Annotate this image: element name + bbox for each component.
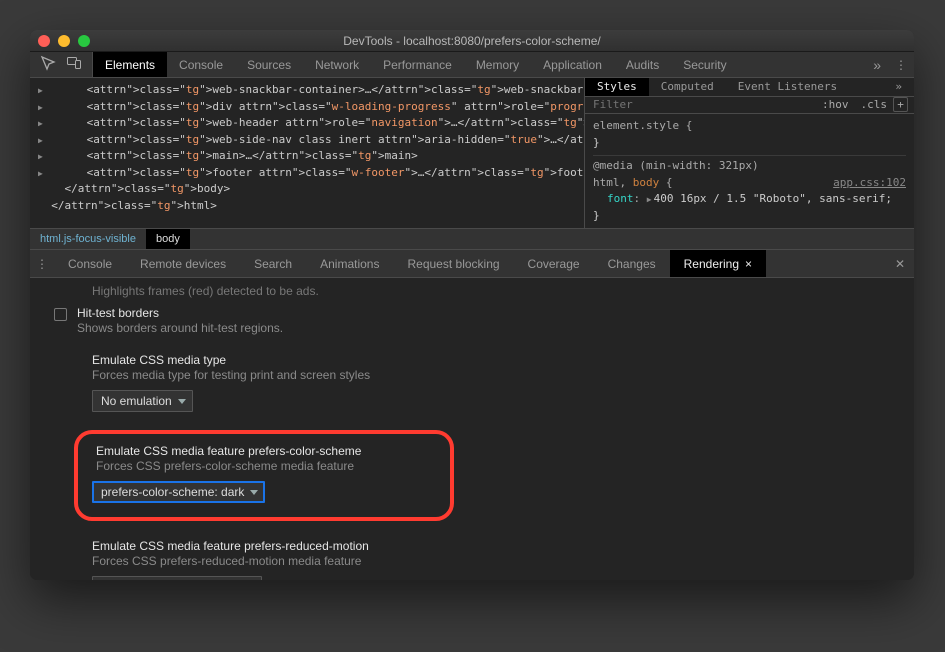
styles-tab-styles[interactable]: Styles [585,78,649,96]
close-tab-icon[interactable]: × [745,257,752,271]
faded-previous-option: Highlights frames (red) detected to be a… [54,284,900,298]
breadcrumb-item[interactable]: body [146,229,190,249]
prop-value[interactable]: 400 16px / 1.5 "Roboto", sans-serif; [654,192,892,205]
styles-tab-computed[interactable]: Computed [649,78,726,96]
main-tab-elements[interactable]: Elements [93,52,167,77]
inspect-tools [30,52,93,77]
media-type-select[interactable]: No emulation [92,390,193,412]
hit-test-borders-checkbox[interactable] [54,308,67,321]
styles-filter-bar: :hov .cls + [585,97,914,114]
breadcrumb: html.js-focus-visiblebody [30,228,914,250]
main-tabs: ElementsConsoleSourcesNetworkPerformance… [93,52,739,77]
main-tab-audits[interactable]: Audits [614,52,671,77]
reduced-motion-title: Emulate CSS media feature prefers-reduce… [92,539,900,553]
styles-filter-input[interactable] [585,98,816,111]
window-title: DevTools - localhost:8080/prefers-color-… [30,34,914,48]
media-query-text: @media (min-width: 321px) [593,159,759,172]
styles-tab-event-listeners[interactable]: Event Listeners [726,78,849,96]
styles-sidebar: StylesComputedEvent Listeners » :hov .cls… [584,78,914,228]
dom-node[interactable]: <attrn">class="tg">main>…</attrn">class=… [38,148,576,165]
device-toolbar-icon[interactable] [62,52,86,77]
color-scheme-title: Emulate CSS media feature prefers-color-… [96,444,436,458]
drawer-tab-console[interactable]: Console [54,250,126,277]
rule-selector: html, [593,176,633,189]
dom-node[interactable]: <attrn">class="tg">web-header attrn">rol… [38,115,576,132]
color-scheme-sub: Forces CSS prefers-color-scheme media fe… [96,459,436,473]
media-type-value: No emulation [101,394,172,408]
main-tab-console[interactable]: Console [167,52,235,77]
dom-node[interactable]: <attrn">class="tg">footer attrn">class="… [38,165,576,182]
breadcrumb-item[interactable]: html.js-focus-visible [30,229,146,249]
drawer-close-button[interactable]: ✕ [886,250,914,277]
drawer-tab-rendering[interactable]: Rendering× [670,250,766,277]
styles-body[interactable]: element.style { } @media (min-width: 321… [585,114,914,228]
drawer-tab-search[interactable]: Search [240,250,306,277]
toggle-hov-button[interactable]: :hov [816,98,855,111]
hit-test-title: Hit-test borders [77,306,283,320]
dom-node[interactable]: <attrn">class="tg">div attrn">class="w-l… [38,99,576,116]
color-scheme-value: prefers-color-scheme: dark [101,485,244,499]
drawer-tab-request-blocking[interactable]: Request blocking [393,250,513,277]
drawer-tab-remote-devices[interactable]: Remote devices [126,250,240,277]
drawer-tab-coverage[interactable]: Coverage [514,250,594,277]
rendering-panel[interactable]: Highlights frames (red) detected to be a… [30,278,914,580]
tabs-overflow-icon[interactable]: » [873,57,881,73]
main-tab-memory[interactable]: Memory [464,52,531,77]
reduced-motion-sub: Forces CSS prefers-reduced-motion media … [92,554,900,568]
dom-node[interactable]: <attrn">class="tg">web-side-nav class in… [38,132,576,149]
toggle-cls-button[interactable]: .cls [855,98,894,111]
main-tab-network[interactable]: Network [303,52,371,77]
prop-name[interactable]: font [607,192,634,205]
drawer-tab-animations[interactable]: Animations [306,250,393,277]
element-style-selector: element.style { [593,119,692,132]
color-scheme-select[interactable]: prefers-color-scheme: dark [92,481,265,503]
dom-node[interactable]: </attrn">class="tg">html> [38,198,576,215]
inspect-element-icon[interactable] [36,52,60,77]
main-tab-sources[interactable]: Sources [235,52,303,77]
main-toolbar: ElementsConsoleSourcesNetworkPerformance… [30,52,914,78]
drawer-menu-icon[interactable]: ⋮ [30,250,54,277]
dom-tree[interactable]: <attrn">class="tg">web-snackbar-containe… [30,78,584,228]
titlebar: DevTools - localhost:8080/prefers-color-… [30,30,914,52]
drawer-tabs: ⋮ ConsoleRemote devicesSearchAnimationsR… [30,250,914,278]
hit-test-sub: Shows borders around hit-test regions. [77,321,283,335]
settings-menu-icon[interactable]: ⋮ [895,58,906,72]
reduced-motion-select[interactable]: No emulation [92,576,262,580]
media-type-title: Emulate CSS media type [92,353,900,367]
styles-tabs-overflow-icon[interactable]: » [883,78,914,96]
elements-split: <attrn">class="tg">web-snackbar-containe… [30,78,914,228]
new-style-rule-button[interactable]: + [893,97,908,112]
main-tab-performance[interactable]: Performance [371,52,464,77]
media-type-sub: Forces media type for testing print and … [92,368,900,382]
dom-node[interactable]: </attrn">class="tg">body> [38,181,576,198]
close-brace: } [593,136,600,149]
main-tab-application[interactable]: Application [531,52,614,77]
prefers-color-scheme-callout: Emulate CSS media feature prefers-color-… [74,430,454,521]
drawer-tab-changes[interactable]: Changes [594,250,670,277]
styles-tabs: StylesComputedEvent Listeners » [585,78,914,97]
source-link[interactable]: app.css:102 [833,175,906,192]
dom-node[interactable]: <attrn">class="tg">web-snackbar-containe… [38,82,576,99]
devtools-window: DevTools - localhost:8080/prefers-color-… [30,30,914,580]
main-tab-security[interactable]: Security [671,52,738,77]
